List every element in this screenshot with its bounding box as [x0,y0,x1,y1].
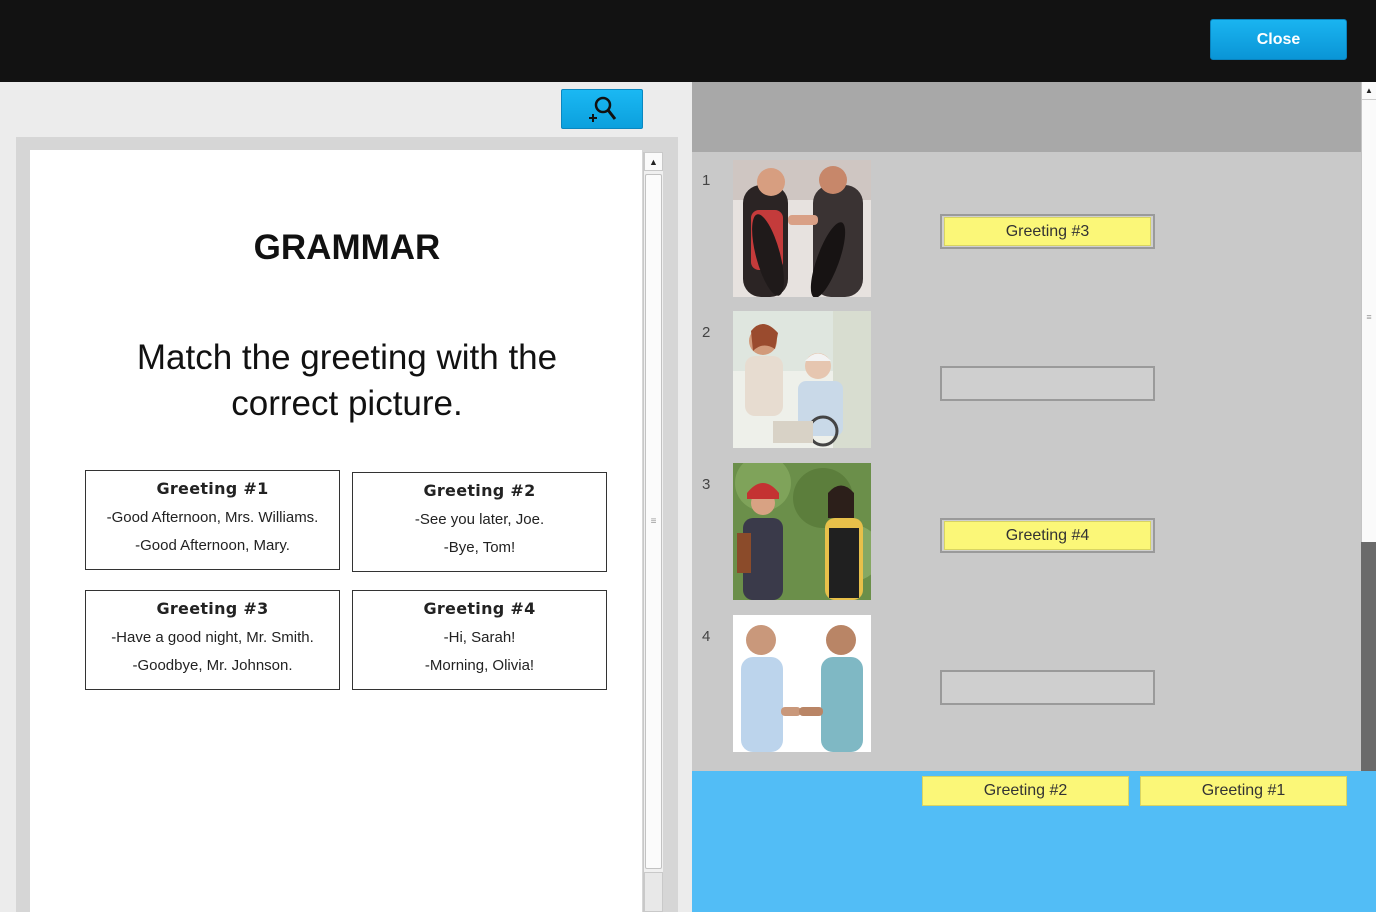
photo-elderly-care [733,311,871,448]
scroll-grip-icon[interactable]: ≡ [1362,312,1376,322]
scroll-up-icon[interactable]: ▲ [1362,82,1376,100]
greeting-box-2: Greeting #2 -See you later, Joe. -Bye, T… [352,472,607,572]
greeting-chip[interactable]: Greeting #2 [922,776,1129,806]
instructions-text: Match the greeting with the correct pict… [136,338,558,423]
scroll-thumb[interactable]: ≡ [645,174,662,869]
greeting-line: -Morning, Olivia! [424,657,535,674]
document-frame: GRAMMAR Match the greeting with the corr… [16,137,678,912]
greeting-box-3: Greeting #3 -Have a good night, Mr. Smit… [85,590,340,690]
matching-scrollbar[interactable]: ▲ ≡ [1361,82,1376,542]
greeting-title: Greeting #1 [156,479,269,498]
matching-pane: 1 Greeting #3 2 3 Greeting #4 4 ▲ ≡ Gree… [692,82,1376,912]
matching-header [692,82,1361,152]
greeting-title: Greeting #4 [423,599,536,618]
page-title: GRAMMAR [253,228,441,267]
row-number: 1 [702,172,711,189]
greeting-line: -Goodbye, Mr. Johnson. [132,657,293,674]
document-page: GRAMMAR Match the greeting with the corr… [30,150,642,912]
greeting-chip[interactable]: Greeting #4 [944,521,1151,550]
scroll-down-button[interactable] [644,872,663,912]
photo-handshake [733,615,871,752]
top-bar: Close [0,0,1376,82]
answer-slot-1[interactable]: Greeting #3 [940,214,1155,249]
greeting-line: -See you later, Joe. [414,511,545,528]
greeting-line: -Good Afternoon, Mrs. Williams. [106,509,319,526]
answer-slot-4[interactable] [940,670,1155,705]
greeting-line: -Hi, Sarah! [443,629,516,646]
photo-students-waving [733,463,871,600]
greeting-chip[interactable]: Greeting #1 [1140,776,1347,806]
answer-bank: Greeting #2 Greeting #1 [692,771,1376,912]
document-pane: GRAMMAR Match the greeting with the corr… [0,82,692,912]
answer-slot-3[interactable]: Greeting #4 [940,518,1155,553]
greeting-line: -Have a good night, Mr. Smith. [111,629,314,646]
close-button[interactable]: Close [1210,19,1347,60]
row-number: 2 [702,324,711,341]
greeting-line: -Bye, Tom! [443,539,516,556]
greeting-title: Greeting #2 [423,481,536,500]
photo-skateboard-teens [733,160,871,297]
scroll-track[interactable] [1361,542,1376,772]
greeting-box-1: Greeting #1 -Good Afternoon, Mrs. Willia… [85,470,340,570]
scroll-up-icon[interactable]: ▲ [644,152,663,171]
row-number: 4 [702,628,711,645]
zoom-in-icon [589,96,617,122]
answer-slot-2[interactable] [940,366,1155,401]
document-scrollbar[interactable]: ▲ ≡ [643,152,663,912]
greeting-chip[interactable]: Greeting #3 [944,217,1151,246]
greeting-line: -Good Afternoon, Mary. [135,537,290,554]
greeting-box-4: Greeting #4 -Hi, Sarah! -Morning, Olivia… [352,590,607,690]
greeting-title: Greeting #3 [156,599,269,618]
zoom-button[interactable] [561,89,643,129]
row-number: 3 [702,476,711,493]
